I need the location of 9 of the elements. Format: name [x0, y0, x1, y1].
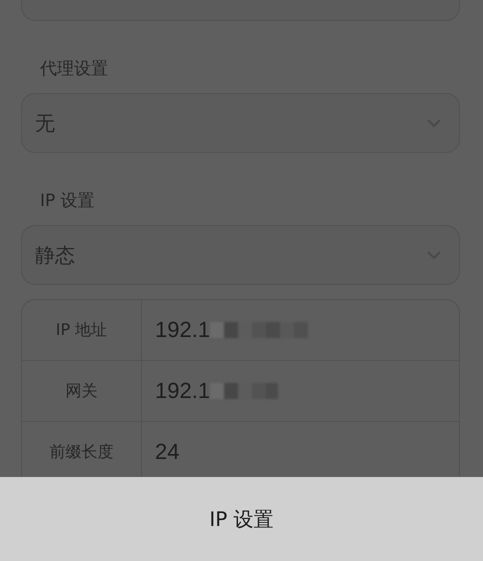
field-label: 网关 — [66, 380, 98, 402]
field-value: 192.1 — [155, 378, 210, 404]
field-value: 24 — [155, 439, 180, 465]
field-label: IP 地址 — [56, 320, 108, 340]
section-label: 代理设置 — [40, 58, 108, 81]
field-value: 192.1 — [155, 317, 210, 343]
section-label: IP 设置 — [40, 190, 95, 213]
redaction-mask — [210, 383, 278, 399]
field-label: 前缀长度 — [50, 442, 114, 462]
